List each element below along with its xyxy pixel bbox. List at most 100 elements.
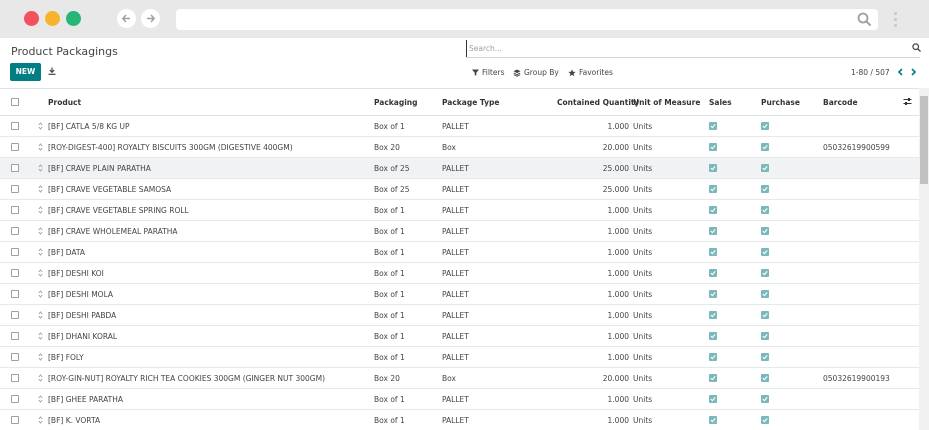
browser-menu-icon[interactable] xyxy=(894,12,897,30)
address-bar[interactable] xyxy=(176,9,878,30)
sales-checkbox[interactable] xyxy=(709,269,717,277)
chevron-left-icon[interactable] xyxy=(897,68,904,76)
column-header-package-type[interactable]: Package Type xyxy=(442,98,500,107)
vertical-scrollbar[interactable] xyxy=(919,88,929,430)
purchase-checkbox[interactable] xyxy=(761,374,769,382)
column-header-product[interactable]: Product xyxy=(48,98,81,107)
optional-columns-icon[interactable] xyxy=(903,97,912,106)
table-row[interactable]: [BF] FOLY Box of 1 PALLET 1.000 Units xyxy=(0,347,919,368)
search-box[interactable] xyxy=(466,40,920,58)
row-select-checkbox[interactable] xyxy=(11,353,19,361)
forward-button[interactable] xyxy=(141,9,160,28)
drag-handle-icon[interactable] xyxy=(38,374,43,382)
scrollbar-thumb[interactable] xyxy=(920,96,928,184)
table-row[interactable]: [ROY-GIN-NUT] ROYALTY RICH TEA COOKIES 3… xyxy=(0,368,919,389)
table-row[interactable]: [BF] CRAVE VEGETABLE SPRING ROLL Box of 1… xyxy=(0,200,919,221)
drag-handle-icon[interactable] xyxy=(38,311,43,319)
purchase-checkbox[interactable] xyxy=(761,416,769,424)
group-by-button[interactable]: Group By xyxy=(513,68,559,77)
drag-handle-icon[interactable] xyxy=(38,353,43,361)
select-all-checkbox[interactable] xyxy=(11,98,19,106)
column-header-unit-of-measure[interactable]: Unit of Measure xyxy=(633,98,700,107)
row-select-checkbox[interactable] xyxy=(11,311,19,319)
row-select-checkbox[interactable] xyxy=(11,227,19,235)
drag-handle-icon[interactable] xyxy=(38,227,43,235)
column-header-packaging[interactable]: Packaging xyxy=(374,98,418,107)
sales-checkbox[interactable] xyxy=(709,332,717,340)
purchase-checkbox[interactable] xyxy=(761,122,769,130)
drag-handle-icon[interactable] xyxy=(38,290,43,298)
drag-handle-icon[interactable] xyxy=(38,332,43,340)
search-input[interactable] xyxy=(466,40,920,57)
sales-checkbox[interactable] xyxy=(709,185,717,193)
purchase-checkbox[interactable] xyxy=(761,143,769,151)
purchase-checkbox[interactable] xyxy=(761,185,769,193)
purchase-checkbox[interactable] xyxy=(761,206,769,214)
row-select-checkbox[interactable] xyxy=(11,122,19,130)
sales-checkbox[interactable] xyxy=(709,311,717,319)
purchase-checkbox[interactable] xyxy=(761,227,769,235)
close-window-button[interactable] xyxy=(24,11,39,26)
minimize-window-button[interactable] xyxy=(45,11,60,26)
column-header-purchase[interactable]: Purchase xyxy=(761,98,800,107)
drag-handle-icon[interactable] xyxy=(38,164,43,172)
drag-handle-icon[interactable] xyxy=(38,269,43,277)
pager-value[interactable]: 1-80 / 507 xyxy=(851,68,890,77)
sales-checkbox[interactable] xyxy=(709,416,717,424)
table-row[interactable]: [BF] CATLA 5/8 KG UP Box of 1 PALLET 1.000 U… xyxy=(0,116,919,137)
row-select-checkbox[interactable] xyxy=(11,332,19,340)
row-select-checkbox[interactable] xyxy=(11,164,19,172)
new-button[interactable]: NEW xyxy=(10,63,41,81)
table-row[interactable]: [BF] CRAVE VEGETABLE SAMOSA Box of 25 PALL… xyxy=(0,179,919,200)
back-button[interactable] xyxy=(117,9,136,28)
column-header-barcode[interactable]: Barcode xyxy=(823,98,858,107)
row-select-checkbox[interactable] xyxy=(11,143,19,151)
chevron-right-icon[interactable] xyxy=(910,68,917,76)
sales-checkbox[interactable] xyxy=(709,227,717,235)
drag-handle-icon[interactable] xyxy=(38,416,43,424)
purchase-checkbox[interactable] xyxy=(761,332,769,340)
drag-handle-icon[interactable] xyxy=(38,206,43,214)
sales-checkbox[interactable] xyxy=(709,374,717,382)
drag-handle-icon[interactable] xyxy=(38,185,43,193)
sales-checkbox[interactable] xyxy=(709,353,717,361)
purchase-checkbox[interactable] xyxy=(761,311,769,319)
sales-checkbox[interactable] xyxy=(709,143,717,151)
row-select-checkbox[interactable] xyxy=(11,269,19,277)
purchase-checkbox[interactable] xyxy=(761,290,769,298)
filters-button[interactable]: Filters xyxy=(472,68,504,77)
row-select-checkbox[interactable] xyxy=(11,185,19,193)
drag-handle-icon[interactable] xyxy=(38,395,43,403)
table-row[interactable]: [BF] GHEE PARATHA Box of 1 PALLET 1.000 Unit… xyxy=(0,389,919,410)
table-row[interactable]: [BF] DESHI MOLA Box of 1 PALLET 1.000 Units xyxy=(0,284,919,305)
favorites-button[interactable]: Favorites xyxy=(568,68,613,77)
table-row[interactable]: [BF] DESHI KOI Box of 1 PALLET 1.000 Units xyxy=(0,263,919,284)
purchase-checkbox[interactable] xyxy=(761,353,769,361)
sales-checkbox[interactable] xyxy=(709,248,717,256)
drag-handle-icon[interactable] xyxy=(38,122,43,130)
purchase-checkbox[interactable] xyxy=(761,269,769,277)
sales-checkbox[interactable] xyxy=(709,164,717,172)
table-row[interactable]: [BF] CRAVE WHOLEMEAL PARATHA Box of 1 PALL… xyxy=(0,221,919,242)
table-row[interactable]: [BF] DHANI KORAL Box of 1 PALLET 1.000 Units xyxy=(0,326,919,347)
download-icon[interactable] xyxy=(48,67,56,75)
row-select-checkbox[interactable] xyxy=(11,395,19,403)
purchase-checkbox[interactable] xyxy=(761,395,769,403)
drag-handle-icon[interactable] xyxy=(38,248,43,256)
row-select-checkbox[interactable] xyxy=(11,374,19,382)
row-select-checkbox[interactable] xyxy=(11,416,19,424)
row-select-checkbox[interactable] xyxy=(11,248,19,256)
sales-checkbox[interactable] xyxy=(709,290,717,298)
table-row[interactable]: [BF] DATA Box of 1 PALLET 1.000 Units xyxy=(0,242,919,263)
sales-checkbox[interactable] xyxy=(709,206,717,214)
table-row[interactable]: [BF] DESHI PABDA Box of 1 PALLET 1.000 Units xyxy=(0,305,919,326)
purchase-checkbox[interactable] xyxy=(761,164,769,172)
table-row[interactable]: [BF] CRAVE PLAIN PARATHA Box of 25 PALLET 2… xyxy=(0,158,919,179)
maximize-window-button[interactable] xyxy=(66,11,81,26)
row-select-checkbox[interactable] xyxy=(11,206,19,214)
column-header-sales[interactable]: Sales xyxy=(709,98,732,107)
sales-checkbox[interactable] xyxy=(709,122,717,130)
row-select-checkbox[interactable] xyxy=(11,290,19,298)
column-header-contained-quantity[interactable]: Contained Quantity xyxy=(557,98,639,107)
purchase-checkbox[interactable] xyxy=(761,248,769,256)
